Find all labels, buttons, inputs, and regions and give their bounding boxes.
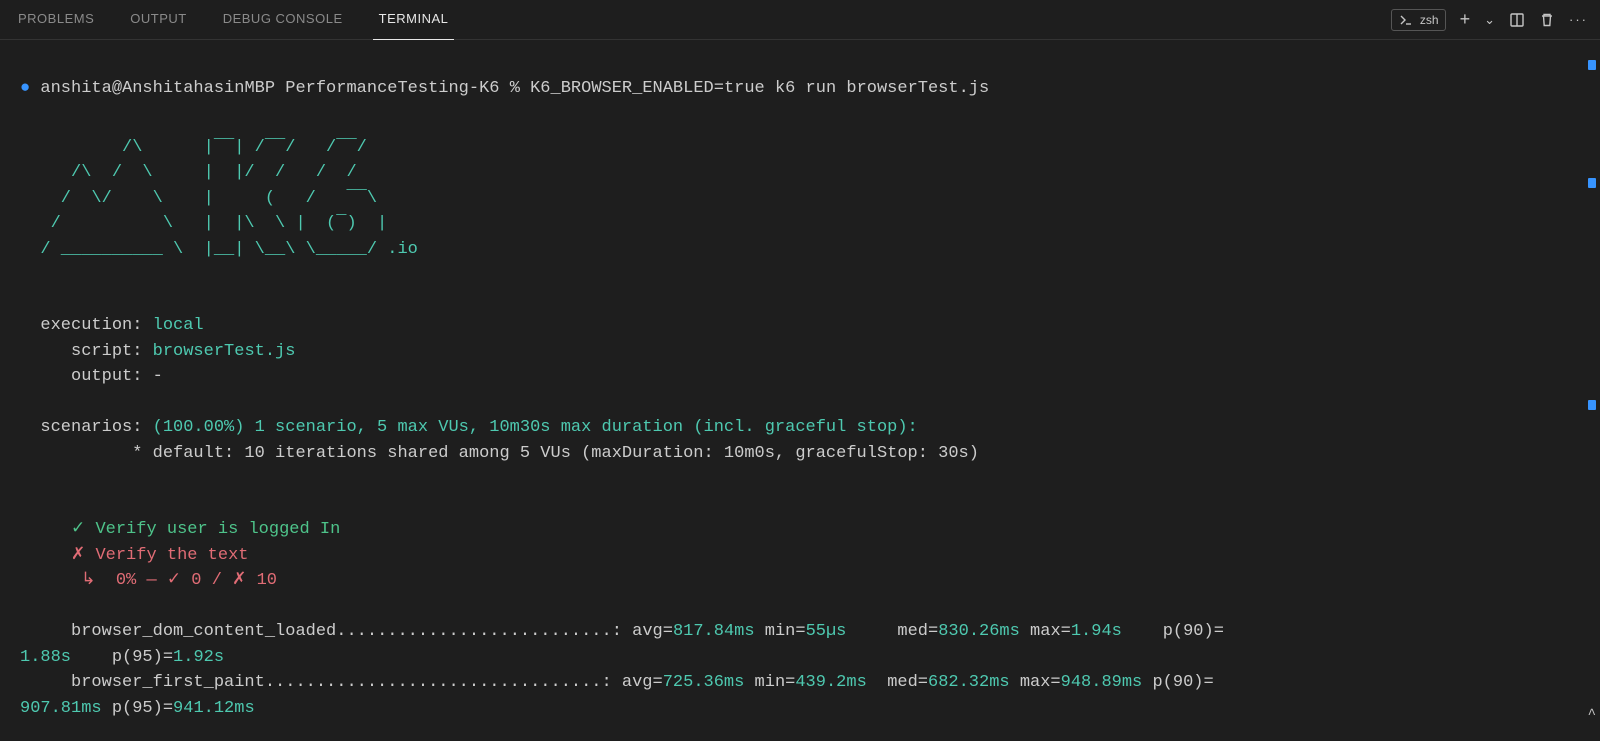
metric-fp-p90-l: p(90)= [1152,673,1213,692]
scrollbar-mark[interactable] [1588,400,1596,410]
scrollbar-mark[interactable] [1588,60,1596,70]
chevron-up-icon[interactable]: ^ [1588,705,1596,726]
metric-dom-med-v: 830.26ms [938,622,1020,641]
prompt-command: K6_BROWSER_ENABLED=true k6 run browserTe… [530,79,989,98]
split-editor-icon[interactable] [1509,12,1525,28]
metric-dom-min-v: 55µs [806,622,847,641]
trash-icon[interactable] [1539,12,1555,28]
execution-label: execution: [20,316,142,335]
panel-tabs: PROBLEMS OUTPUT DEBUG CONSOLE TERMINAL [12,0,454,40]
scenarios-value: (100.00%) 1 scenario, 5 max VUs, 10m30s … [153,418,918,437]
metric-fp-avg-l: avg= [622,673,663,692]
metric-dom-p90-l: p(90)= [1163,622,1224,641]
check-pass: ✓ Verify user is logged In [20,520,340,539]
scenarios-detail: * default: 10 iterations shared among 5 … [20,444,979,463]
metric-dom-p95-l: p(95)= [112,648,173,667]
metric-dom-avg-v: 817.84ms [673,622,755,641]
metric-dom-p95-v: 1.92s [173,648,224,667]
metric-dom-min-l: min= [765,622,806,641]
metric-fp-min-v: 439.2ms [795,673,866,692]
tab-debug-console[interactable]: DEBUG CONSOLE [217,0,349,40]
scenarios-label: scenarios: [20,418,142,437]
terminal-output[interactable]: ● anshita@AnshitahasinMBP PerformanceTes… [0,40,1600,741]
metric-fp-med-v: 682.32ms [928,673,1010,692]
tab-terminal[interactable]: TERMINAL [373,0,455,40]
metric-dom-avg-l: avg= [632,622,673,641]
panel-tab-bar: PROBLEMS OUTPUT DEBUG CONSOLE TERMINAL z… [0,0,1600,40]
metric-dom-max-l: max= [1030,622,1071,641]
metric-fp-max-l: max= [1020,673,1061,692]
metric-fp-min-l: min= [755,673,796,692]
script-label: script: [20,342,142,361]
check-fail-detail: ↳ 0% — ✓ 0 / ✗ 10 [20,571,277,590]
terminal-toolbar: zsh + ⌄ ··· [1391,6,1588,33]
metric-dom-name: browser_dom_content_loaded [20,622,336,641]
metric-fp-max-v: 948.89ms [1061,673,1143,692]
metric-fp-p90-v: 907.81ms [20,699,102,718]
metric-dom-max-v: 1.94s [1071,622,1122,641]
metric-fp-avg-v: 725.36ms [663,673,745,692]
metric-fp-med-l: med= [887,673,928,692]
new-terminal-button[interactable]: + [1460,6,1471,33]
output-value: - [153,367,163,386]
terminal-prompt-icon [1398,12,1414,28]
prompt-user-host: anshita@AnshitahasinMBP [40,79,275,98]
metric-dom-med-l: med= [897,622,938,641]
metric-fp-name: browser_first_paint [20,673,265,692]
script-value: browserTest.js [153,342,296,361]
metric-dom-p90-v: 1.88s [20,648,71,667]
output-label: output: [20,367,142,386]
scrollbar-mark[interactable] [1588,178,1596,188]
metric-fp-p95-v: 941.12ms [173,699,255,718]
shell-selector[interactable]: zsh [1391,9,1446,31]
metric-dom-dots: ...........................: [336,622,622,641]
tab-problems[interactable]: PROBLEMS [12,0,100,40]
prompt-cwd: PerformanceTesting-K6 [285,79,499,98]
k6-ascii-logo: /\ |‾‾| /‾‾/ /‾‾/ /\ / \ | |/ / / / / \/… [20,135,1580,263]
shell-name: zsh [1420,11,1439,29]
running-indicator-icon: ● [20,79,30,98]
metric-fp-dots: .................................: [265,673,612,692]
prompt-separator: % [510,79,520,98]
tab-output[interactable]: OUTPUT [124,0,192,40]
metric-fp-p95-l: p(95)= [112,699,173,718]
more-actions-icon[interactable]: ··· [1569,10,1588,30]
execution-value: local [153,316,204,335]
chevron-down-icon[interactable]: ⌄ [1484,10,1495,30]
check-fail: ✗ Verify the text [20,546,248,565]
